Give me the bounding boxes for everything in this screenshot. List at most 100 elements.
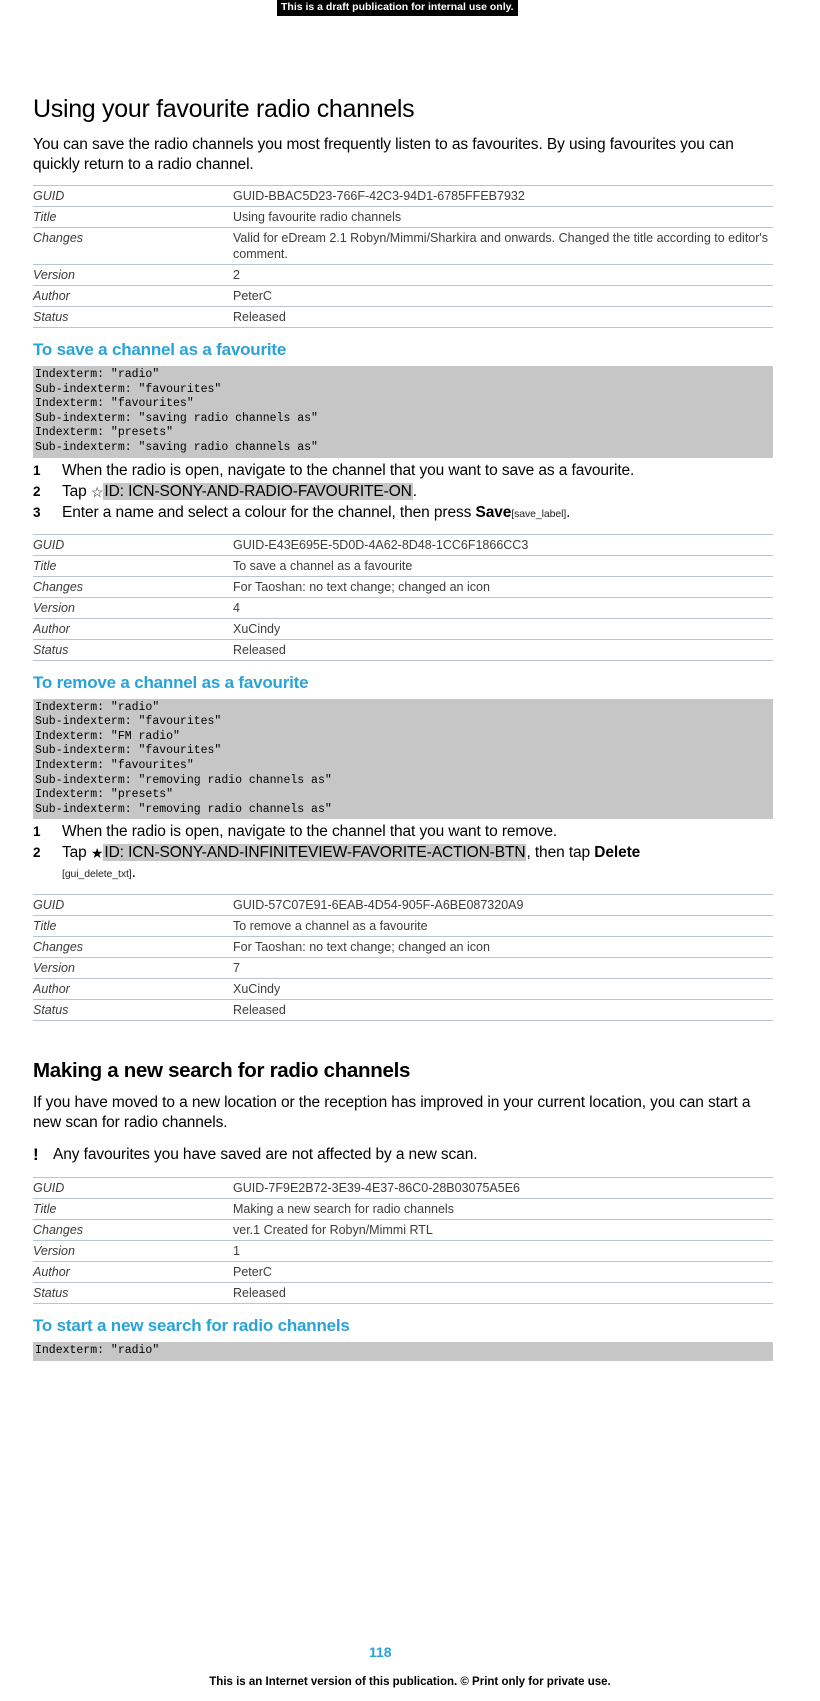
exclamation-icon: ! bbox=[33, 1145, 39, 1165]
meta-key-status: Status bbox=[33, 999, 233, 1022]
meta-key-changes: Changes bbox=[33, 936, 233, 959]
meta-value-version: 4 bbox=[233, 597, 773, 619]
meta-key-status: Status bbox=[33, 306, 233, 328]
meta-value-author: XuCindy bbox=[233, 618, 773, 640]
step-text-prefix: Enter a name and select a colour for the… bbox=[62, 503, 476, 521]
table-row: GUID GUID-7F9E2B72-3E39-4E37-86C0-28B030… bbox=[33, 1177, 773, 1200]
list-item: 1 When the radio is open, navigate to th… bbox=[33, 461, 773, 481]
note-text: Any favourites you have saved are not af… bbox=[53, 1146, 478, 1164]
table-row: Version 2 bbox=[33, 264, 773, 286]
icon-id-token-favourite-on: ID: ICN-SONY-AND-RADIO-FAVOURITE-ON bbox=[103, 482, 413, 500]
table-row: Changes For Taoshan: no text change; cha… bbox=[33, 936, 773, 959]
meta-value-status: Released bbox=[233, 306, 773, 328]
meta-key-title: Title bbox=[33, 1198, 233, 1221]
meta-value-title: Making a new search for radio channels bbox=[233, 1198, 773, 1221]
icon-id-token-favorite-action-btn: ID: ICN-SONY-AND-INFINITEVIEW-FAVORITE-A… bbox=[103, 844, 527, 862]
table-row: GUID GUID-BBAC5D23-766F-42C3-94D1-6785FF… bbox=[33, 185, 773, 207]
meta-key-changes: Changes bbox=[33, 576, 233, 598]
delete-button-label: Delete bbox=[594, 844, 641, 862]
table-row: Title Using favourite radio channels bbox=[33, 206, 773, 228]
heading-save-channel: To save a channel as a favourite bbox=[33, 340, 287, 359]
meta-key-author: Author bbox=[33, 978, 233, 1001]
meta-key-version: Version bbox=[33, 957, 233, 980]
table-row: Version 7 bbox=[33, 957, 773, 980]
meta-key-author: Author bbox=[33, 618, 233, 640]
step-text-prefix: Tap bbox=[62, 844, 91, 862]
step-text: When the radio is open, navigate to the … bbox=[62, 461, 635, 479]
step-text-suffix: . bbox=[412, 482, 417, 500]
step-number: 3 bbox=[33, 504, 41, 520]
metadata-table-remove: GUID GUID-57C07E91-6EAB-4D54-905F-A6BE08… bbox=[33, 894, 773, 1022]
table-row: GUID GUID-E43E695E-5D0D-4A62-8D48-1CC6F1… bbox=[33, 533, 773, 556]
meta-key-author: Author bbox=[33, 1261, 233, 1284]
draft-notice-banner: This is a draft publication for internal… bbox=[277, 0, 518, 16]
table-row: Author XuCindy bbox=[33, 978, 773, 1001]
steps-list-save: 1 When the radio is open, navigate to th… bbox=[33, 461, 773, 524]
table-row: Title To remove a channel as a favourite bbox=[33, 915, 773, 938]
table-row: Title Making a new search for radio chan… bbox=[33, 1198, 773, 1221]
meta-value-guid: GUID-BBAC5D23-766F-42C3-94D1-6785FFEB793… bbox=[233, 185, 773, 207]
new-search-intro-text: If you have moved to a new location or t… bbox=[33, 1094, 751, 1132]
metadata-table-new-search: GUID GUID-7F9E2B72-3E39-4E37-86C0-28B030… bbox=[33, 1177, 773, 1305]
list-item: 2 Tap ★ID: ICN-SONY-AND-INFINITEVIEW-FAV… bbox=[33, 843, 773, 884]
heading-remove-channel: To remove a channel as a favourite bbox=[33, 672, 309, 692]
step-text-suffix: . bbox=[131, 864, 136, 882]
heading-start-search: To start a new search for radio channels bbox=[33, 1316, 350, 1336]
meta-value-author: PeterC bbox=[233, 285, 773, 307]
table-row: Changes ver.1 Created for Robyn/Mimmi RT… bbox=[33, 1219, 773, 1242]
meta-key-version: Version bbox=[33, 1240, 233, 1263]
note-block: ! Any favourites you have saved are not … bbox=[33, 1145, 773, 1165]
document-page: This is a draft publication for internal… bbox=[0, 0, 820, 1701]
meta-value-author: XuCindy bbox=[233, 978, 773, 1001]
metadata-table-favourites: GUID GUID-BBAC5D23-766F-42C3-94D1-6785FF… bbox=[33, 185, 773, 328]
meta-value-guid: GUID-7F9E2B72-3E39-4E37-86C0-28B03075A5E… bbox=[233, 1177, 773, 1200]
step-text-suffix: . bbox=[566, 503, 571, 521]
meta-value-guid: GUID-E43E695E-5D0D-4A62-8D48-1CC6F1866CC… bbox=[233, 533, 773, 556]
meta-value-changes: For Taoshan: no text change; changed an … bbox=[233, 576, 773, 598]
step-text: When the radio is open, navigate to the … bbox=[62, 823, 558, 841]
step-number: 2 bbox=[33, 845, 41, 861]
list-item: 1 When the radio is open, navigate to th… bbox=[33, 822, 773, 842]
meta-value-version: 7 bbox=[233, 957, 773, 980]
meta-value-author: PeterC bbox=[233, 1261, 773, 1284]
delete-label-token: [gui_delete_txt] bbox=[62, 868, 132, 881]
meta-key-status: Status bbox=[33, 1282, 233, 1305]
table-row: Author XuCindy bbox=[33, 618, 773, 640]
step-number: 2 bbox=[33, 483, 41, 499]
footer-notice: This is an Internet version of this publ… bbox=[209, 1676, 611, 1688]
table-row: GUID GUID-57C07E91-6EAB-4D54-905F-A6BE08… bbox=[33, 894, 773, 917]
save-label-token: [save_label] bbox=[511, 507, 567, 520]
save-button-label: Save bbox=[475, 503, 512, 521]
meta-value-changes: ver.1 Created for Robyn/Mimmi RTL bbox=[233, 1219, 773, 1242]
meta-key-changes: Changes bbox=[33, 227, 233, 265]
meta-key-title: Title bbox=[33, 555, 233, 577]
metadata-table-save: GUID GUID-E43E695E-5D0D-4A62-8D48-1CC6F1… bbox=[33, 533, 773, 661]
table-row: Title To save a channel as a favourite bbox=[33, 555, 773, 577]
table-row: Version 4 bbox=[33, 597, 773, 619]
meta-key-title: Title bbox=[33, 915, 233, 938]
indexterm-block-start-search: Indexterm: "radio" bbox=[33, 1342, 773, 1361]
meta-key-guid: GUID bbox=[33, 533, 233, 556]
page-number: 118 bbox=[369, 1644, 392, 1660]
meta-key-guid: GUID bbox=[33, 894, 233, 917]
list-item: 2 Tap ☆ID: ICN-SONY-AND-RADIO-FAVOURITE-… bbox=[33, 482, 773, 502]
heading-new-search: Making a new search for radio channels bbox=[33, 1059, 411, 1083]
steps-list-remove: 1 When the radio is open, navigate to th… bbox=[33, 822, 773, 884]
meta-value-changes: For Taoshan: no text change; changed an … bbox=[233, 936, 773, 959]
table-row: Changes Valid for eDream 2.1 Robyn/Mimmi… bbox=[33, 227, 773, 265]
meta-value-status: Released bbox=[233, 1282, 773, 1305]
step-text-mid: , then tap bbox=[526, 844, 595, 862]
meta-value-status: Released bbox=[233, 639, 773, 661]
meta-value-title: To remove a channel as a favourite bbox=[233, 915, 773, 938]
table-row: Status Released bbox=[33, 999, 773, 1022]
meta-key-changes: Changes bbox=[33, 1219, 233, 1242]
table-row: Status Released bbox=[33, 1282, 773, 1305]
meta-key-author: Author bbox=[33, 285, 233, 307]
meta-value-guid: GUID-57C07E91-6EAB-4D54-905F-A6BE087320A… bbox=[233, 894, 773, 917]
page-title: Using your favourite radio channels bbox=[33, 95, 415, 123]
table-row: Author PeterC bbox=[33, 285, 773, 307]
meta-key-version: Version bbox=[33, 264, 233, 286]
meta-key-guid: GUID bbox=[33, 185, 233, 207]
meta-value-version: 1 bbox=[233, 1240, 773, 1263]
meta-value-changes: Valid for eDream 2.1 Robyn/Mimmi/Sharkir… bbox=[233, 227, 773, 265]
